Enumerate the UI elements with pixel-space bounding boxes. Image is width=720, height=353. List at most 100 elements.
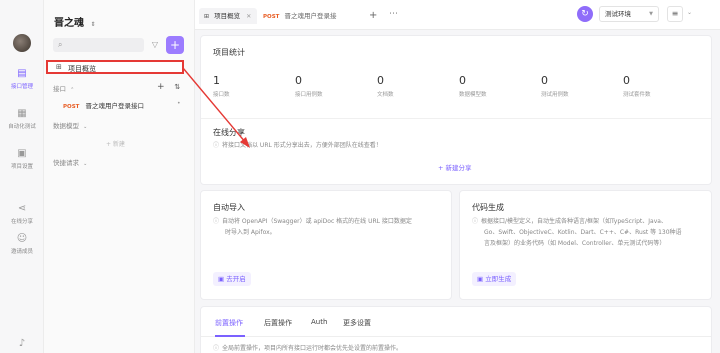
tab-login-api[interactable]: POST 晋之魂用户登录接 <box>263 8 337 24</box>
codegen-title: 代码生成 <box>472 203 504 212</box>
new-tab-button[interactable]: + <box>369 10 377 21</box>
rail-item-notifications[interactable]: ♪ <box>0 338 44 352</box>
stat-label: 测试用例数 <box>541 92 569 98</box>
add-button[interactable]: + <box>166 36 184 54</box>
add-api-icon[interactable]: + <box>157 82 165 92</box>
info-icon: ⓘ <box>213 218 220 225</box>
method-badge: POST <box>63 104 80 110</box>
model-section-header[interactable]: 数据模型 ⌄ <box>53 120 87 130</box>
import-title: 自动导入 <box>213 203 245 212</box>
rail-item-label: 邀请成员 <box>10 249 33 255</box>
filter-button[interactable]: ▽ <box>148 38 162 52</box>
tab-pre-operations[interactable]: 前置操作 <box>215 318 243 328</box>
avatar[interactable] <box>13 34 31 52</box>
section-label: 接口 <box>53 85 66 93</box>
grid-icon: ⊞ <box>56 63 62 71</box>
rail-item-invite-members[interactable]: ☺ 邀请成员 <box>0 233 44 255</box>
rail-item-api-management[interactable]: ▤ 接口管理 <box>0 68 44 90</box>
api-section-actions: + ⇅ <box>157 82 180 92</box>
plus-icon: + <box>369 10 378 21</box>
enable-import-button[interactable]: ▣ 去开启 <box>213 272 251 286</box>
close-icon[interactable]: ✕ <box>246 13 251 20</box>
info-icon: ⓘ <box>213 142 220 149</box>
tab-post-operations[interactable]: 后置操作 <box>264 318 292 328</box>
section-label: 数据模型 <box>53 122 79 130</box>
rail-item-label: 自动化测试 <box>8 124 36 130</box>
generate-code-button[interactable]: ▣ 立即生成 <box>472 272 517 286</box>
tab-bar: ⊞ 项目概览 ✕ POST 晋之魂用户登录接 + ⋯ ↻ 测试环境 ▼ ≡ ⌄ <box>195 0 720 30</box>
code-icon: ▣ <box>477 275 484 283</box>
stat-doc-count: 0 文档数 <box>377 74 394 98</box>
share-icon: ⋖ <box>17 203 27 214</box>
stat-value: 0 <box>623 74 630 87</box>
api-list-item[interactable]: POST 晋之魂用户登录接口 <box>63 100 144 110</box>
more-icon[interactable]: • <box>177 100 181 107</box>
filter-icon: ▽ <box>151 40 159 49</box>
tab-more-button[interactable]: ⋯ <box>389 9 398 19</box>
chevron-down-icon: ⌄ <box>83 124 88 130</box>
import-description: ⓘ 自动将 OpenAPI（Swagger）或 apiDoc 格式的在线 URL … <box>213 218 412 236</box>
stat-label: 测试套件数 <box>623 92 651 98</box>
environment-select[interactable]: 测试环境 ▼ <box>599 6 659 22</box>
stat-value: 1 <box>213 74 220 87</box>
info-icon: ⓘ <box>213 345 220 352</box>
auto-import-card: 自动导入 ⓘ 自动将 OpenAPI（Swagger）或 apiDoc 格式的在线… <box>200 190 452 300</box>
chevron-down-icon[interactable]: ⌄ <box>687 9 692 16</box>
section-label: 快捷请求 <box>53 159 79 167</box>
sidebar-item-label: 项目概览 <box>68 65 96 73</box>
environment-value: 测试环境 <box>605 10 631 18</box>
import-icon: ▣ <box>218 275 225 283</box>
stat-label: 数据模型数 <box>459 92 487 98</box>
rail-item-label: 项目设置 <box>10 164 33 170</box>
method-badge: POST <box>263 14 280 20</box>
settings-icon: ▣ <box>17 148 27 159</box>
rail-item-label: 接口管理 <box>10 84 33 90</box>
environment-refresh-button[interactable]: ↻ <box>577 6 593 22</box>
rail-item-label: 在线分享 <box>10 219 33 225</box>
api-section-header[interactable]: 接口 ⌃ <box>53 83 74 93</box>
environment-menu-button[interactable]: ≡ <box>667 6 683 22</box>
info-icon: ⓘ <box>472 218 479 225</box>
invite-icon: ☺ <box>16 233 28 244</box>
ellipsis-icon: ⋯ <box>389 9 398 19</box>
api-icon: ▤ <box>17 68 27 79</box>
stat-label: 接口数 <box>213 92 230 98</box>
left-rail: ▤ 接口管理 ▦ 自动化测试 ▣ 项目设置 ⋖ 在线分享 ☺ 邀请成员 ♪ <box>0 0 44 353</box>
sidebar-item-project-overview[interactable]: ⊞ 项目概览 <box>46 60 184 74</box>
tab-project-overview[interactable]: ⊞ 项目概览 ✕ <box>199 8 257 24</box>
operations-tabs: 前置操作 后置操作 Auth 更多设置 <box>201 307 711 337</box>
stat-label: 文档数 <box>377 92 394 98</box>
global-operations-card: 前置操作 后置操作 Auth 更多设置 ⓘ 全局前置操作，项目内所有接口运行时都会… <box>200 306 712 353</box>
operations-hint: ⓘ 全局前置操作，项目内所有接口运行时都会优先处设置的前置操作。 <box>213 345 403 352</box>
stats-card: 项目统计 1 接口数 0 接口用例数 0 文档数 0 数据模型数 0 测试用例数… <box>200 35 712 185</box>
stat-label: 接口用例数 <box>295 92 323 98</box>
rail-item-project-settings[interactable]: ▣ 项目设置 <box>0 148 44 170</box>
tab-label: 项目概览 <box>214 12 241 20</box>
sort-icon[interactable]: ⇅ <box>174 83 180 91</box>
rail-item-auto-test[interactable]: ▦ 自动化测试 <box>0 108 44 130</box>
stat-model-count: 0 数据模型数 <box>459 74 487 98</box>
plus-icon: + <box>169 38 181 52</box>
project-panel: 晋之魂 ⇕ ⌕ ▽ + ⊞ 项目概览 接口 ⌃ + ⇅ POST 晋之魂用户登录… <box>44 0 195 353</box>
bell-icon: ♪ <box>18 338 26 349</box>
tab-more-settings[interactable]: 更多设置 <box>343 318 371 328</box>
shortcut-section-header[interactable]: 快捷请求 ⌄ <box>53 157 87 167</box>
divider <box>201 118 711 119</box>
search-input[interactable]: ⌕ <box>53 38 144 52</box>
rail-item-online-share[interactable]: ⋖ 在线分享 <box>0 203 44 225</box>
stat-test-case-count: 0 测试用例数 <box>541 74 569 98</box>
new-model-button[interactable]: + 新建 <box>106 139 125 148</box>
stat-value: 0 <box>377 74 384 87</box>
tab-auth[interactable]: Auth <box>311 318 327 326</box>
refresh-icon: ↻ <box>581 9 589 19</box>
button-label: 立即生成 <box>485 275 512 283</box>
grid-icon: ⊞ <box>204 13 210 20</box>
new-share-button[interactable]: + 新建分享 <box>438 162 472 172</box>
chevron-down-icon: ▼ <box>649 11 653 17</box>
share-title: 在线分享 <box>213 128 245 137</box>
search-icon: ⌕ <box>58 40 63 49</box>
chevron-down-icon: ⌄ <box>83 161 88 167</box>
active-tab-indicator <box>215 335 245 337</box>
project-title[interactable]: 晋之魂 ⇕ <box>54 14 96 29</box>
api-name: 晋之魂用户登录接口 <box>85 102 145 110</box>
